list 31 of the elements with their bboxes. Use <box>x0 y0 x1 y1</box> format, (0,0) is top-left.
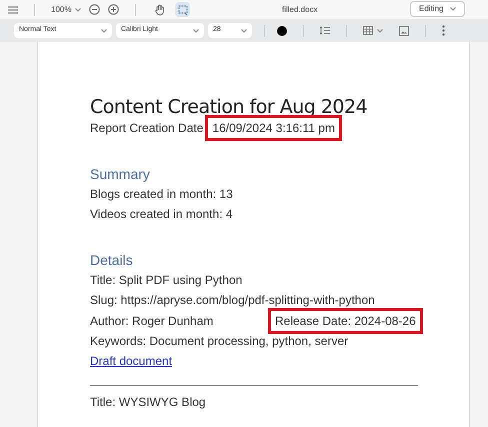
text-color-swatch[interactable] <box>277 26 287 36</box>
body-text: Title: WYSIWYG Blog <box>90 394 207 411</box>
body-text: Slug: https://apryse.com/blog/pdf-splitting-with-python <box>90 292 376 309</box>
caret-icon <box>101 28 107 32</box>
body-text: Keywords: Document processing, python, server <box>90 333 350 350</box>
section-heading: Summary <box>90 165 151 184</box>
body-text: Videos created in month: 4 <box>90 206 234 223</box>
body-text: Blogs created in month: 13 <box>90 186 234 203</box>
caret-icon <box>450 7 456 11</box>
table-icon[interactable] <box>363 26 373 35</box>
zoom-in-icon[interactable] <box>108 4 120 15</box>
section-heading: Details <box>90 251 134 270</box>
more-icon[interactable] <box>442 25 445 36</box>
release-date: Release Date: 2024-08-26 <box>268 308 423 334</box>
image-icon[interactable] <box>399 26 409 36</box>
field-label: Report Creation Date <box>90 120 204 137</box>
zoom-dropdown[interactable]: 100% <box>51 4 82 16</box>
caret-icon <box>193 28 199 32</box>
zoom-out-icon[interactable] <box>89 4 100 15</box>
menu-icon[interactable] <box>8 6 18 14</box>
selection-icon[interactable] <box>175 2 190 17</box>
caret-icon <box>75 8 82 12</box>
document-link[interactable]: Draft document <box>90 351 172 371</box>
caret-icon <box>241 28 247 32</box>
date-value: 16/09/2024 3:16:11 pm <box>205 115 342 141</box>
file-name: filled.docx <box>282 4 318 16</box>
body-text: Title: Split PDF using Python <box>90 272 244 289</box>
caret-icon <box>377 28 383 32</box>
body-text: Author: Roger Dunham <box>90 312 214 330</box>
line-spacing-icon[interactable] <box>320 26 330 35</box>
mode-dropdown[interactable]: Editing <box>410 1 465 17</box>
